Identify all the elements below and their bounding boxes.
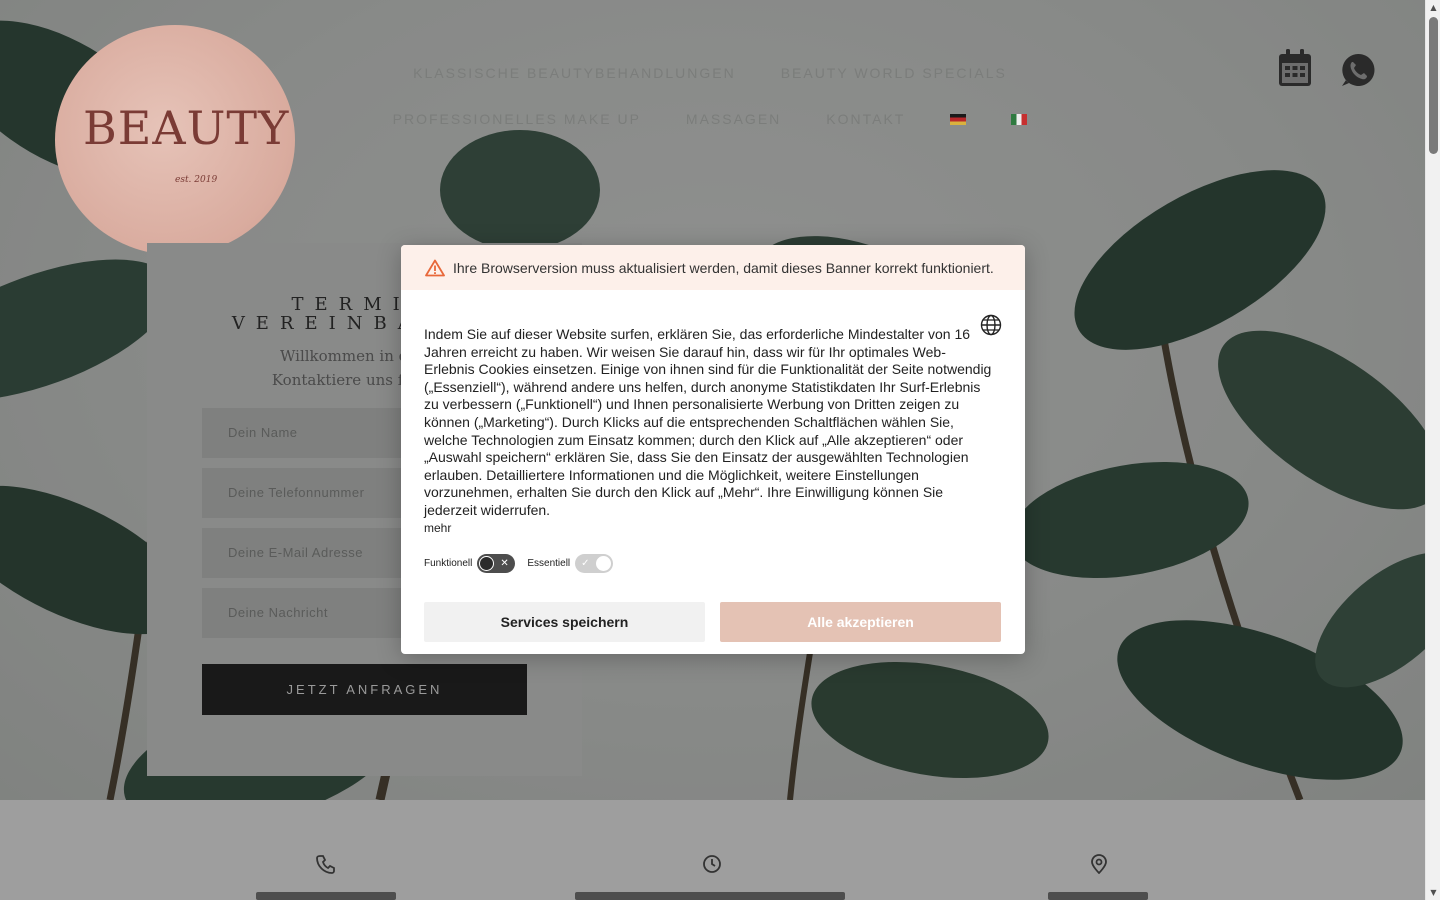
accept-all-button[interactable]: Alle akzeptieren (720, 602, 1001, 642)
browser-warning-bar: Ihre Browserversion muss aktualisiert we… (401, 245, 1025, 290)
location-pin-icon (1091, 854, 1107, 874)
toggle-essential-knob (596, 556, 612, 571)
page-scrollbar[interactable]: ▲ ▼ (1425, 0, 1440, 900)
consent-toggles: Funktionell ✕ Essentiell ✓ (424, 554, 625, 573)
submit-request-button[interactable]: JETZT ANFRAGEN (202, 664, 527, 715)
calendar-icon[interactable] (1277, 48, 1313, 88)
nav-item-beauty-world-specials[interactable]: BEAUTY WORLD SPECIALS (781, 65, 1007, 81)
check-icon: ✓ (581, 558, 590, 569)
language-flag-it[interactable] (1011, 113, 1028, 125)
scroll-down-arrow-icon[interactable]: ▼ (1426, 885, 1440, 900)
opening-hours-text-cut (575, 892, 845, 900)
close-icon: ✕ (500, 558, 509, 569)
more-link[interactable]: mehr (424, 521, 451, 535)
toggle-functional-label: Funktionell (424, 558, 473, 569)
whatsapp-icon[interactable] (1340, 50, 1376, 90)
language-flag-de[interactable] (950, 113, 967, 125)
warning-triangle-icon (425, 259, 445, 276)
nav-item-massagen[interactable]: MASSAGEN (686, 111, 781, 127)
brand-logo[interactable]: BEAUTY est. 2019 (55, 25, 300, 260)
scroll-up-arrow-icon[interactable]: ▲ (1426, 0, 1440, 15)
toggle-essential-label: Essentiell (527, 558, 571, 569)
browser-warning-text: Ihre Browserversion muss aktualisiert we… (453, 259, 994, 276)
logo-tagline: est. 2019 (175, 175, 218, 185)
main-navigation: KLASSISCHE BEAUTYBEHANDLUNGEN BEAUTY WOR… (380, 62, 1040, 154)
phone-number-text-cut (256, 892, 396, 900)
phone-icon (316, 855, 335, 874)
nav-row-1: KLASSISCHE BEAUTYBEHANDLUNGEN BEAUTY WOR… (380, 62, 1040, 84)
nav-item-professionelles-make-up[interactable]: PROFESSIONELLES MAKE UP (393, 111, 641, 127)
toggle-functional[interactable]: ✕ (477, 554, 516, 573)
address-text-cut (1048, 892, 1148, 900)
clock-icon (703, 855, 721, 873)
nav-item-klassische-beautybehandlungen[interactable]: KLASSISCHE BEAUTYBEHANDLUNGEN (413, 65, 736, 81)
toggle-essential[interactable]: ✓ (575, 554, 614, 573)
save-services-button[interactable]: Services speichern (424, 602, 705, 642)
contact-info-strip (0, 800, 1425, 900)
toggle-functional-knob (479, 556, 495, 571)
consent-description: Indem Sie auf dieser Website surfen, erk… (424, 326, 992, 518)
scrollbar-thumb[interactable] (1429, 17, 1438, 154)
logo-wordmark: BEAUTY (83, 101, 290, 155)
cookie-consent-dialog: Ihre Browserversion muss aktualisiert we… (401, 245, 1025, 654)
nav-row-2: PROFESSIONELLES MAKE UP MASSAGEN KONTAKT (380, 108, 1040, 130)
nav-item-kontakt[interactable]: KONTAKT (826, 111, 905, 127)
